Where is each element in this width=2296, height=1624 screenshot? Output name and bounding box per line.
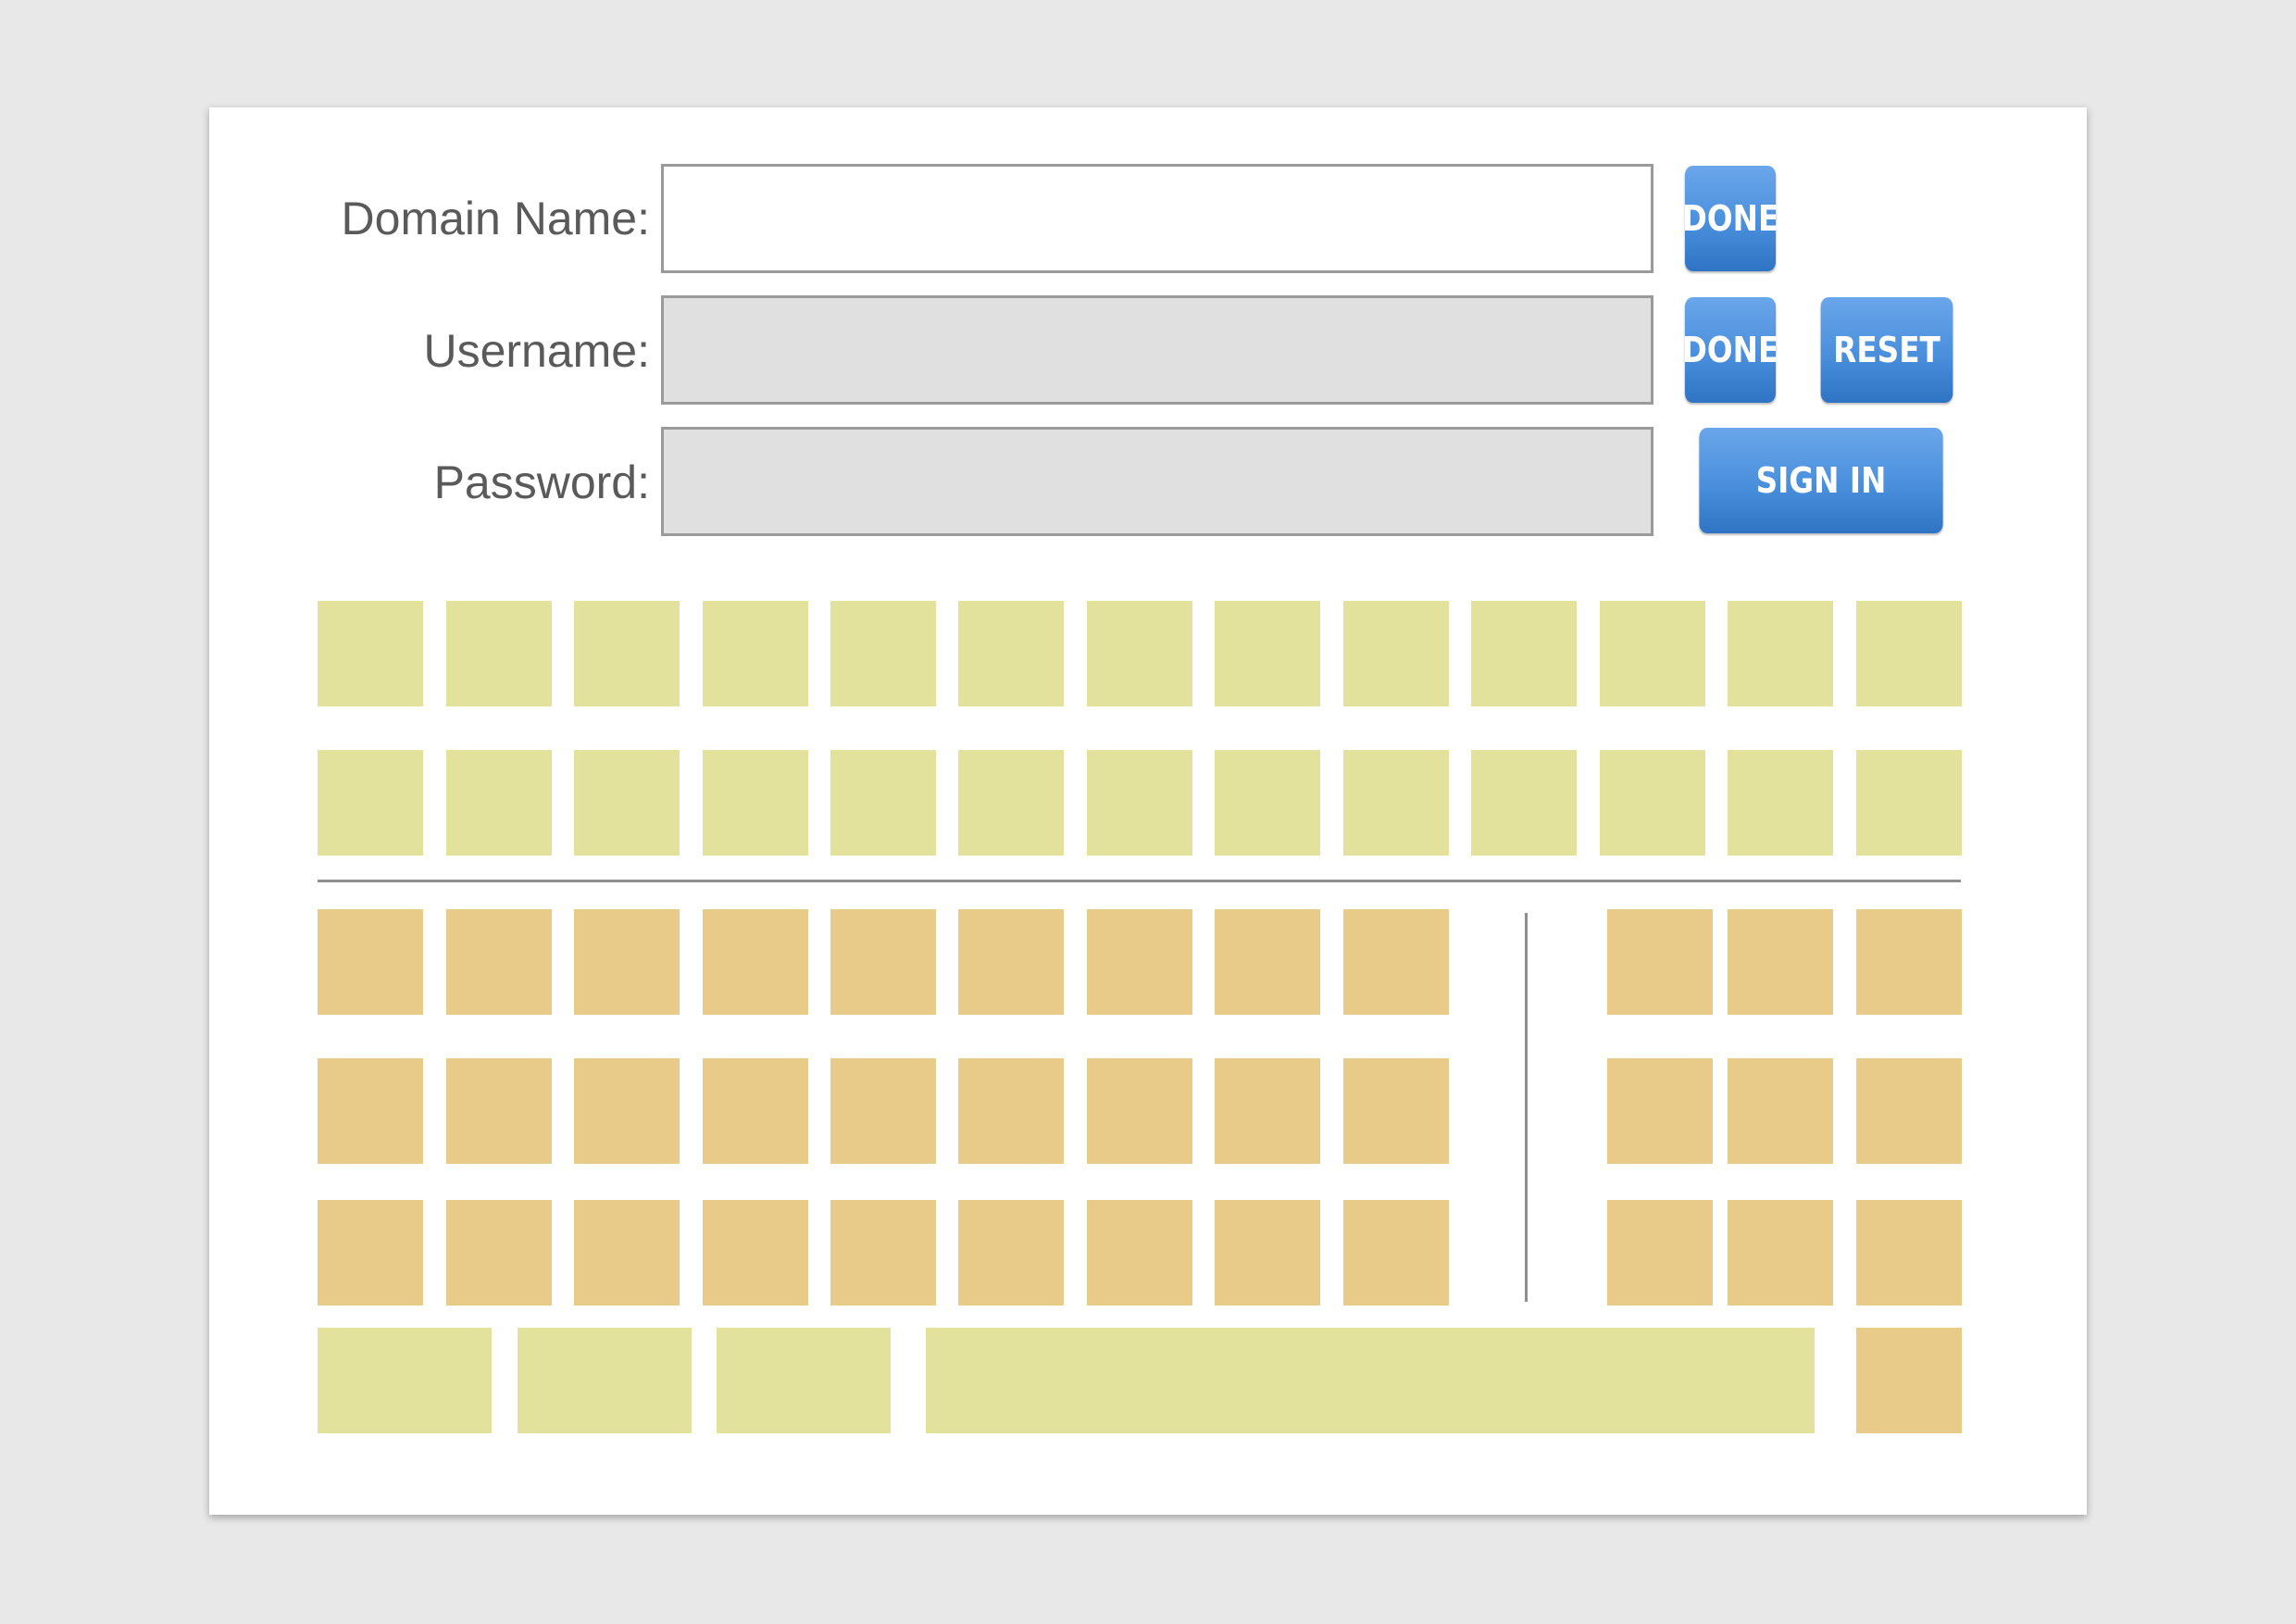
sign-in-button[interactable]: SIGN IN [1699, 428, 1943, 533]
keypad-r2-c3[interactable] [1856, 1058, 1962, 1164]
key-r2-c9[interactable] [1343, 750, 1449, 856]
key-r1-c6[interactable] [958, 601, 1064, 706]
key-r5-c6[interactable] [958, 1200, 1064, 1305]
key-r5-c8[interactable] [1215, 1200, 1320, 1305]
key-r3-c4[interactable] [703, 909, 808, 1015]
key-r5-c1[interactable] [318, 1200, 423, 1305]
key-r2-c10[interactable] [1471, 750, 1577, 856]
key-r2-c8[interactable] [1215, 750, 1320, 856]
login-panel: Domain Name: DONE Username: DONE RESET P… [209, 107, 2087, 1515]
key-r1-c2[interactable] [446, 601, 552, 706]
key-r3-c7[interactable] [1087, 909, 1192, 1015]
key-r2-c7[interactable] [1087, 750, 1192, 856]
key-r1-c1[interactable] [318, 601, 423, 706]
username-input[interactable] [661, 295, 1653, 405]
key-r2-c3[interactable] [574, 750, 680, 856]
password-label: Password: [433, 456, 650, 508]
key-r5-c3[interactable] [574, 1200, 680, 1305]
key-r3-c8[interactable] [1215, 909, 1320, 1015]
keypad-r3-c1[interactable] [1607, 1200, 1713, 1305]
key-r3-c2[interactable] [446, 909, 552, 1015]
key-r3-c6[interactable] [958, 909, 1064, 1015]
keypad-r1-c3[interactable] [1856, 909, 1962, 1015]
key-r2-c6[interactable] [958, 750, 1064, 856]
domain-name-label: Domain Name: [341, 193, 650, 244]
key-r3-c3[interactable] [574, 909, 680, 1015]
key-r5-c7[interactable] [1087, 1200, 1192, 1305]
key-r4-c3[interactable] [574, 1058, 680, 1164]
key-bottom-1[interactable] [318, 1328, 492, 1433]
key-r5-c2[interactable] [446, 1200, 552, 1305]
key-r4-c4[interactable] [703, 1058, 808, 1164]
key-r1-c3[interactable] [574, 601, 680, 706]
domain-done-button[interactable]: DONE [1682, 166, 1778, 271]
key-r1-c8[interactable] [1215, 601, 1320, 706]
keypad-r1-c1[interactable] [1607, 909, 1713, 1015]
key-r1-c4[interactable] [703, 601, 808, 706]
key-r1-c11[interactable] [1600, 601, 1705, 706]
username-label: Username: [423, 325, 650, 377]
key-r4-c7[interactable] [1087, 1058, 1192, 1164]
key-r2-c13[interactable] [1856, 750, 1962, 856]
key-r4-c8[interactable] [1215, 1058, 1320, 1164]
key-r3-c5[interactable] [830, 909, 936, 1015]
key-r2-c2[interactable] [446, 750, 552, 856]
key-r3-c9[interactable] [1343, 909, 1449, 1015]
key-r1-c13[interactable] [1856, 601, 1962, 706]
keypad-bottom[interactable] [1856, 1328, 1962, 1433]
key-r4-c1[interactable] [318, 1058, 423, 1164]
key-r2-c5[interactable] [830, 750, 936, 856]
key-r4-c9[interactable] [1343, 1058, 1449, 1164]
key-r4-c6[interactable] [958, 1058, 1064, 1164]
key-r1-c10[interactable] [1471, 601, 1577, 706]
key-r2-c12[interactable] [1728, 750, 1833, 856]
key-r5-c5[interactable] [830, 1200, 936, 1305]
key-r4-c5[interactable] [830, 1058, 936, 1164]
key-r5-c9[interactable] [1343, 1200, 1449, 1305]
key-r1-c9[interactable] [1343, 601, 1449, 706]
keypad-r2-c1[interactable] [1607, 1058, 1713, 1164]
key-r2-c1[interactable] [318, 750, 423, 856]
key-r2-c11[interactable] [1600, 750, 1705, 856]
space-bar[interactable] [926, 1328, 1815, 1433]
key-bottom-2[interactable] [518, 1328, 692, 1433]
password-input[interactable] [661, 427, 1653, 536]
keypad-r1-c2[interactable] [1728, 909, 1833, 1015]
domain-name-input[interactable] [661, 164, 1653, 273]
key-r1-c12[interactable] [1728, 601, 1833, 706]
key-bottom-3[interactable] [717, 1328, 891, 1433]
keypad-r2-c2[interactable] [1728, 1058, 1833, 1164]
key-r1-c5[interactable] [830, 601, 936, 706]
keypad-divider [1525, 913, 1528, 1302]
key-r3-c1[interactable] [318, 909, 423, 1015]
reset-button[interactable]: RESET [1820, 297, 1953, 403]
key-r5-c4[interactable] [703, 1200, 808, 1305]
username-done-button[interactable]: DONE [1682, 297, 1778, 403]
key-r2-c4[interactable] [703, 750, 808, 856]
key-r4-c2[interactable] [446, 1058, 552, 1164]
keypad-r3-c3[interactable] [1856, 1200, 1962, 1305]
key-r1-c7[interactable] [1087, 601, 1192, 706]
keypad-r3-c2[interactable] [1728, 1200, 1833, 1305]
keyboard-divider [318, 880, 1961, 882]
